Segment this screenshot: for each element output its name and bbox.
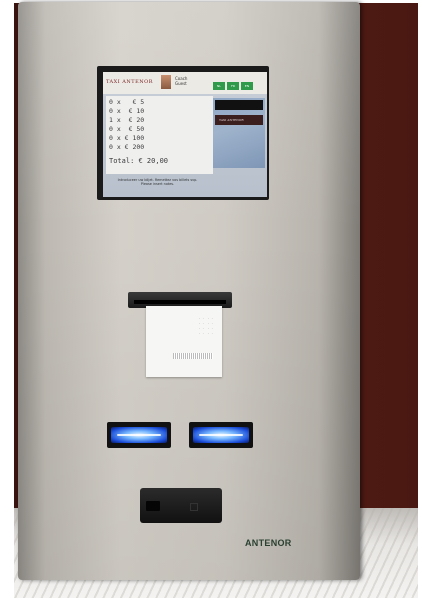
language-button-fr[interactable]: FR	[227, 82, 239, 90]
brand-logo: ANTENOR	[245, 538, 292, 548]
bill-acceptor-light	[193, 427, 249, 443]
total-amount: Total: € 20,00	[109, 157, 169, 165]
screen-logo: TAXI ANTENOR	[106, 79, 154, 85]
language-button-nl[interactable]: NL	[213, 82, 225, 90]
bill-acceptor-light	[111, 427, 167, 443]
language-buttons: NL FR EN	[213, 82, 253, 90]
denomination-row: 0 x € 50	[109, 125, 145, 133]
receipt-text: · · · · · · · · · · · · · · · ·	[198, 316, 214, 335]
user-info: Coach Guest	[175, 76, 187, 86]
card-reader[interactable]	[140, 488, 222, 523]
denomination-row: 0 x € 100	[109, 134, 145, 142]
insert-notes-instruction: Introduceer uw biljet. Remettez vos bill…	[117, 178, 198, 187]
bill-acceptor-left[interactable]	[107, 422, 171, 448]
denomination-row: 0 x € 10	[109, 107, 145, 115]
denomination-row: 1 x € 20	[109, 116, 145, 124]
card-reader-icon	[190, 503, 198, 511]
denomination-row: 0 x € 5	[109, 98, 145, 106]
card-slot[interactable]	[146, 501, 160, 511]
receipt-barcode	[173, 353, 213, 359]
user-photo	[161, 75, 171, 89]
denomination-row: 0 x € 200	[109, 143, 145, 151]
printer-slot	[134, 300, 226, 304]
denomination-list: 0 x € 5 0 x € 10 1 x € 20 0 x € 50 0 x €…	[106, 96, 213, 174]
screen-header: TAXI ANTENOR Coach Guest NL FR EN	[103, 72, 267, 94]
language-button-en[interactable]: EN	[241, 82, 253, 90]
screen-slot-graphic	[215, 100, 263, 110]
touch-screen[interactable]: TAXI ANTENOR Coach Guest NL FR EN 0 x € …	[103, 72, 267, 197]
user-line-2: Guest	[175, 81, 187, 86]
bill-acceptor-right[interactable]	[189, 422, 253, 448]
screen-slot-logo: TAXI ANTENOR	[219, 118, 244, 122]
